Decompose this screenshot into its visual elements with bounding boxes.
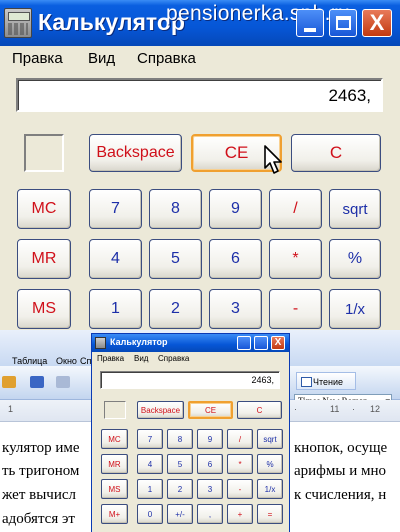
mouse-cursor-icon — [264, 145, 282, 174]
c-button-small[interactable]: C — [237, 401, 282, 419]
undo-icon[interactable] — [30, 376, 44, 388]
digit-4-button[interactable]: 4 — [89, 239, 142, 279]
document-text-line: кнопок, осуще — [294, 440, 388, 456]
minimize-button[interactable] — [296, 9, 324, 37]
ms-button[interactable]: MS — [17, 289, 71, 329]
digit-6-button-small[interactable]: 6 — [197, 454, 223, 474]
close-button-small[interactable]: X — [271, 336, 285, 350]
plus-button-small[interactable]: + — [227, 504, 253, 524]
word-menu-window[interactable]: Окно — [56, 356, 77, 366]
maximize-button-small[interactable] — [254, 336, 268, 350]
percent-button-small[interactable]: % — [257, 454, 283, 474]
document-text-line: к счисления, н — [294, 487, 387, 503]
digit-5-button[interactable]: 5 — [149, 239, 202, 279]
menu-view[interactable]: Вид — [88, 50, 115, 67]
calculator-app-icon-small — [95, 337, 106, 349]
document-text-line: арифмы и мно — [294, 463, 387, 479]
memory-indicator — [24, 134, 64, 172]
equals-button-small[interactable]: = — [257, 504, 283, 524]
divide-button-small[interactable]: / — [227, 429, 253, 449]
maximize-icon — [336, 16, 351, 30]
minus-button[interactable]: - — [269, 289, 322, 329]
close-button[interactable]: X — [362, 9, 392, 37]
comma-button-small[interactable]: , — [197, 504, 223, 524]
close-icon: X — [369, 10, 385, 35]
backspace-button[interactable]: Backspace — [89, 134, 182, 172]
backspace-button-small[interactable]: Backspace — [137, 401, 184, 419]
menu-bar-small: Правка Вид Справка — [92, 352, 289, 366]
c-button[interactable]: C — [291, 134, 381, 172]
display-value-small: 2463, — [251, 375, 274, 385]
display-value: 2463, — [328, 86, 371, 105]
digit-1-button[interactable]: 1 — [89, 289, 142, 329]
digit-5-button-small[interactable]: 5 — [167, 454, 193, 474]
digit-8-button-small[interactable]: 8 — [167, 429, 193, 449]
memory-indicator-small — [104, 401, 126, 419]
digit-8-button[interactable]: 8 — [149, 189, 202, 229]
ruler-mark: · — [352, 404, 355, 414]
mc-button-small[interactable]: MC — [101, 429, 128, 449]
title-bar[interactable]: Калькулятор pensionerka.spb.ru X — [0, 0, 400, 46]
menu-edit-small[interactable]: Правка — [97, 354, 124, 363]
ruler-mark: 11 — [330, 404, 340, 414]
display-field-small[interactable]: 2463, — [100, 371, 280, 389]
percent-button[interactable]: % — [329, 239, 381, 279]
mr-button[interactable]: MR — [17, 239, 71, 279]
title-bar-small[interactable]: Калькулятор X — [92, 334, 289, 352]
ruler-mark: 1 — [8, 404, 14, 414]
maximize-button[interactable] — [329, 9, 357, 37]
menu-help-small[interactable]: Справка — [158, 354, 189, 363]
window-title-small: Калькулятор — [110, 337, 168, 347]
digit-7-button[interactable]: 7 — [89, 189, 142, 229]
ruler-mark: 12 — [370, 404, 381, 414]
redo-icon[interactable] — [56, 376, 70, 388]
digit-0-button-small[interactable]: 0 — [137, 504, 163, 524]
digit-3-button[interactable]: 3 — [209, 289, 262, 329]
mplus-button-small[interactable]: M+ — [101, 504, 128, 524]
mc-button[interactable]: MC — [17, 189, 71, 229]
sqrt-button[interactable]: sqrt — [329, 189, 381, 229]
digit-2-button-small[interactable]: 2 — [167, 479, 193, 499]
digit-7-button-small[interactable]: 7 — [137, 429, 163, 449]
digit-4-button-small[interactable]: 4 — [137, 454, 163, 474]
calculator-window: Калькулятор pensionerka.spb.ru X Правка … — [0, 0, 400, 330]
mr-button-small[interactable]: MR — [101, 454, 128, 474]
digit-3-button-small[interactable]: 3 — [197, 479, 223, 499]
calculator-window-small: Калькулятор X Правка Вид Справка 2463, B… — [91, 333, 290, 532]
menu-help[interactable]: Справка — [137, 50, 196, 67]
read-button[interactable]: Чтение — [296, 372, 356, 390]
word-tool-icon[interactable] — [2, 376, 16, 388]
display-field[interactable]: 2463, — [16, 78, 383, 112]
minimize-icon — [304, 28, 316, 32]
multiply-button[interactable]: * — [269, 239, 322, 279]
menu-edit[interactable]: Правка — [12, 50, 63, 67]
ruler-mark: · — [294, 404, 297, 414]
ce-button-small[interactable]: CE — [188, 401, 233, 419]
minimize-button-small[interactable] — [237, 336, 251, 350]
plusminus-button-small[interactable]: +/- — [167, 504, 193, 524]
reciprocal-button-small[interactable]: 1/x — [257, 479, 283, 499]
sqrt-button-small[interactable]: sqrt — [257, 429, 283, 449]
digit-2-button[interactable]: 2 — [149, 289, 202, 329]
digit-6-button[interactable]: 6 — [209, 239, 262, 279]
multiply-button-small[interactable]: * — [227, 454, 253, 474]
digit-9-button-small[interactable]: 9 — [197, 429, 223, 449]
window-title: Калькулятор — [38, 9, 185, 35]
word-menu-table[interactable]: Таблица — [12, 356, 47, 366]
calculator-app-icon — [4, 8, 32, 38]
menu-view-small[interactable]: Вид — [134, 354, 148, 363]
reciprocal-button[interactable]: 1/x — [329, 289, 381, 329]
minus-button-small[interactable]: - — [227, 479, 253, 499]
ms-button-small[interactable]: MS — [101, 479, 128, 499]
digit-1-button-small[interactable]: 1 — [137, 479, 163, 499]
divide-button[interactable]: / — [269, 189, 322, 229]
digit-9-button[interactable]: 9 — [209, 189, 262, 229]
menu-bar: Правка Вид Справка — [0, 46, 400, 72]
